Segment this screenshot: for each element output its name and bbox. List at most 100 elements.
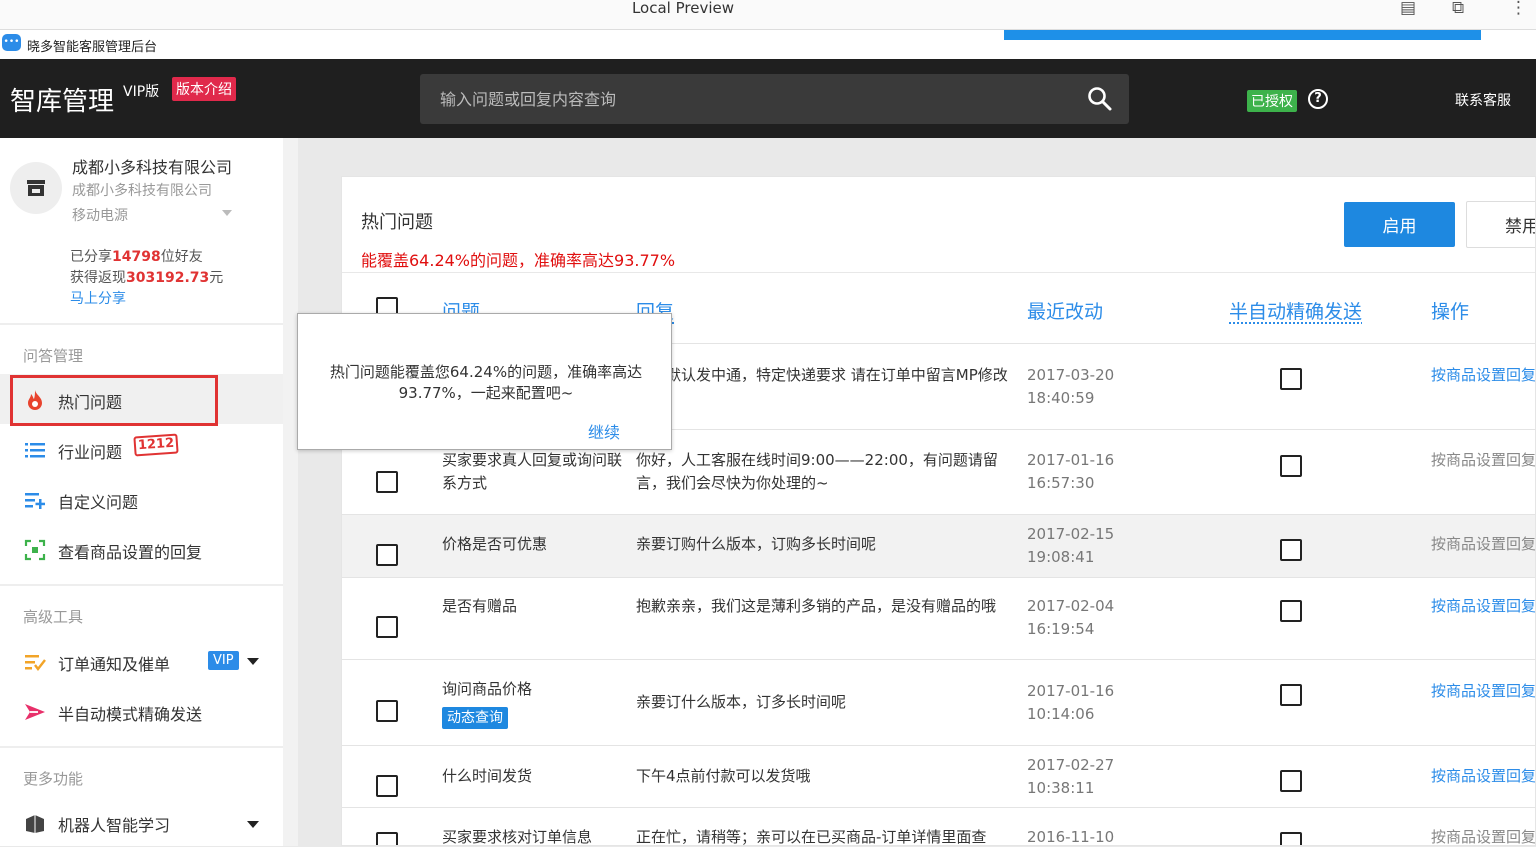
column-header-last-modified[interactable]: 最近改动 — [1027, 297, 1103, 324]
cash-suffix: 元 — [209, 270, 223, 286]
date-cell: 2016-11-10 — [1027, 826, 1114, 846]
contact-support-link[interactable]: 联系客服 — [1455, 90, 1511, 110]
question-cell: 买家要求真人回复或询问联系方式 — [442, 449, 627, 495]
more-vertical-icon[interactable]: ⋮ — [1510, 0, 1527, 16]
group-title-more: 更多功能 — [23, 768, 83, 789]
order-notify-icon — [24, 651, 46, 673]
vip-version-label: VIP版 — [123, 81, 159, 101]
sidebar-item-product-replies[interactable]: 查看商品设置的回复 — [0, 524, 283, 574]
sidebar-item-industry-questions[interactable]: 行业问题 1212 — [0, 424, 283, 474]
company-category[interactable]: 移动电源 — [72, 205, 128, 225]
promo-1212-badge: 1212 — [133, 433, 178, 456]
question-cell: 询问商品价格 动态查询 — [442, 678, 627, 729]
set-by-product-link[interactable]: 按商品设置回复 — [1431, 765, 1536, 788]
document-icon[interactable]: ▤ — [1400, 0, 1416, 16]
share-count: 14798 — [112, 249, 161, 265]
share-now-link[interactable]: 马上分享 — [70, 288, 126, 308]
reply-cell: 你好，人工客服在线时间9:00——22:00，有问题请留言，我们会尽快为你处理的… — [636, 449, 1021, 495]
coverage-stat: 能覆盖64.24%的问题，准确率高达93.77% — [361, 247, 675, 271]
semi-auto-checkbox[interactable] — [1280, 770, 1302, 792]
table-row: 是否有赠品 抱歉亲亲，我们这是薄利多销的产品，是没有赠品的哦 2017-02-0… — [342, 577, 1536, 659]
set-by-product-link[interactable]: 按商品设置回复 — [1431, 533, 1536, 556]
header-divider — [342, 272, 1536, 273]
continue-link[interactable]: 继续 — [588, 419, 620, 443]
semi-auto-checkbox[interactable] — [1280, 832, 1302, 846]
row-checkbox[interactable] — [376, 700, 398, 722]
formula-icon[interactable]: ⧉ — [1452, 0, 1464, 16]
set-by-product-link[interactable]: 按商品设置回复 — [1431, 364, 1536, 387]
window-titlebar: Local Preview ▤ ⧉ ⋮ — [0, 0, 1536, 30]
question-cell: 买家要求核对订单信息 — [442, 826, 627, 846]
date-cell: 2017-03-20 — [1027, 364, 1114, 387]
semi-auto-checkbox[interactable] — [1280, 684, 1302, 706]
group-title-advanced: 高级工具 — [23, 606, 83, 627]
search-icon[interactable] — [1087, 86, 1113, 112]
set-by-product-link[interactable]: 按商品设置回复 — [1431, 826, 1536, 846]
vip-badge: VIP — [208, 651, 239, 670]
share-suffix: 位好友 — [161, 249, 203, 265]
reply-cell: 亲要订购什么版本，订购多长时间呢 — [636, 533, 1021, 556]
semi-auto-checkbox[interactable] — [1280, 368, 1302, 390]
row-checkbox[interactable] — [376, 616, 398, 638]
scan-icon — [24, 539, 46, 561]
sidebar-item-semi-auto-send[interactable]: 半自动模式精确发送 — [0, 686, 283, 736]
company-subname: 成都小多科技有限公司 — [72, 180, 212, 200]
cash-amount: 303192.73 — [126, 270, 209, 286]
date-cell: 2017-02-27 — [1027, 754, 1114, 777]
share-count-line: 已分享14798位好友 — [70, 246, 203, 266]
brand-title: 智库管理 — [10, 81, 114, 118]
dynamic-query-tag[interactable]: 动态查询 — [442, 707, 508, 729]
disable-button[interactable]: 禁用 — [1466, 201, 1536, 248]
reply-cell: 抱歉亲亲，我们这是薄利多销的产品，是没有赠品的哦 — [636, 595, 1021, 618]
time-cell: 16:57:30 — [1027, 472, 1094, 495]
company-name: 成都小多科技有限公司 — [72, 154, 232, 178]
page-title: 热门问题 — [361, 208, 433, 234]
set-by-product-link[interactable]: 按商品设置回复 — [1431, 595, 1536, 618]
sidebar-item-order-notify[interactable]: 订单通知及催单 VIP — [0, 636, 283, 686]
date-cell: 2017-02-04 — [1027, 595, 1114, 618]
tab-title[interactable]: 晓多智能客服管理后台 — [27, 36, 157, 55]
question-cell: 什么时间发货 — [442, 765, 627, 788]
table-row: 买家要求核对订单信息 正在忙，请稍等；亲可以在已买商品-订单详情里面查 2016… — [342, 807, 1536, 846]
question-cell: 价格是否可优惠 — [442, 533, 627, 556]
reply-cell: 本店默认发中通，特定快递要求 请在订单中留言MP修改 — [636, 364, 1021, 387]
column-header-semi-auto[interactable]: 半自动精确发送 — [1229, 297, 1362, 324]
window-title: Local Preview — [0, 0, 1366, 16]
row-checkbox[interactable] — [376, 471, 398, 493]
row-checkbox[interactable] — [376, 832, 398, 846]
sidebar-item-robot-learning[interactable]: 机器人智能学习 — [0, 797, 283, 847]
row-checkbox[interactable] — [376, 544, 398, 566]
sidebar-item-custom-questions[interactable]: 自定义问题 — [0, 474, 283, 524]
loading-progress-bar — [1004, 30, 1481, 40]
column-header-action: 操作 — [1431, 297, 1469, 324]
cashback-line: 获得返现303192.73元 — [70, 267, 223, 287]
caret-down-icon[interactable] — [247, 658, 259, 665]
enable-button[interactable]: 启用 — [1344, 202, 1455, 247]
search-box — [420, 74, 1129, 124]
help-icon[interactable]: ? — [1308, 89, 1328, 109]
date-cell: 2017-02-15 — [1027, 523, 1114, 546]
set-by-product-link[interactable]: 按商品设置回复 — [1431, 449, 1536, 472]
set-by-product-link[interactable]: 按商品设置回复 — [1431, 680, 1536, 703]
robot-icon — [24, 812, 46, 834]
time-cell: 19:08:41 — [1027, 546, 1094, 569]
avatar — [10, 162, 62, 214]
sidebar-divider — [0, 584, 283, 586]
search-input[interactable] — [420, 74, 1080, 124]
table-row: 价格是否可优惠 亲要订购什么版本，订购多长时间呢 2017-02-15 19:0… — [342, 514, 1536, 577]
active-item-highlight — [10, 375, 218, 426]
semi-auto-checkbox[interactable] — [1280, 455, 1302, 477]
popover-text: 热门问题能覆盖您64.24%的问题，准确率高达93.77%，一起来配置吧~ — [316, 362, 656, 404]
caret-down-icon[interactable] — [247, 821, 259, 828]
sidebar-item-label: 机器人智能学习 — [58, 812, 170, 836]
chevron-down-icon[interactable] — [222, 210, 232, 216]
sidebar-divider — [0, 323, 283, 325]
semi-auto-checkbox[interactable] — [1280, 539, 1302, 561]
version-intro-button[interactable]: 版本介绍 — [172, 77, 236, 101]
semi-auto-checkbox[interactable] — [1280, 600, 1302, 622]
cash-prefix: 获得返现 — [70, 270, 126, 286]
list-add-icon — [24, 489, 46, 511]
time-cell: 10:38:11 — [1027, 777, 1094, 800]
row-checkbox[interactable] — [376, 775, 398, 797]
sidebar-item-label: 半自动模式精确发送 — [58, 701, 202, 725]
